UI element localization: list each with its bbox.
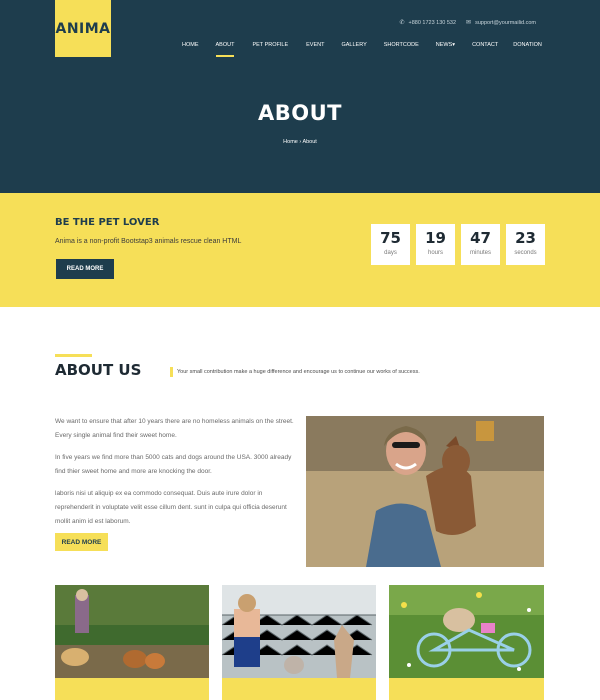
- nav-gallery[interactable]: GALLERY: [341, 42, 366, 48]
- card-footer: [222, 678, 376, 700]
- phone-info[interactable]: ✆ +880 1723 130 532: [399, 19, 457, 27]
- nav-pet-profile[interactable]: PET PROFILE: [252, 42, 288, 48]
- countdown-minutes: 47 minutes: [461, 224, 500, 265]
- read-more-button[interactable]: READ MORE: [56, 259, 114, 279]
- band-text: Anima is a non-profit Bootstap3 animals …: [55, 238, 242, 245]
- nav-contact[interactable]: CONTACT: [472, 42, 498, 48]
- about-read-more-button[interactable]: READ MORE: [55, 533, 108, 551]
- about-paragraph: laboris nisi ut aliquip ex ea commodo co…: [55, 490, 287, 525]
- about-paragraph: In five years we find more than 5000 cat…: [55, 454, 292, 475]
- logo-text: ANIMA: [55, 20, 111, 37]
- breadcrumb: Home › About: [0, 139, 600, 145]
- nav-event[interactable]: EVENT: [306, 42, 324, 48]
- countdown-label: days: [384, 250, 397, 256]
- page: ANIMA ✆ +880 1723 130 532 ✉ support@your…: [0, 0, 600, 700]
- nav-home[interactable]: HOME: [182, 42, 199, 48]
- about-note: Your small contribution make a huge diff…: [177, 369, 420, 375]
- countdown-value: 23: [515, 229, 536, 247]
- countdown-hours: 19 hours: [416, 224, 455, 265]
- phone-icon: ✆: [399, 20, 405, 26]
- countdown-days: 75 days: [371, 224, 410, 265]
- nav-news-label: NEWS: [435, 42, 453, 48]
- about-paragraph: We want to ensure that after 10 years th…: [55, 418, 294, 439]
- note-accent-bar: [170, 367, 173, 377]
- phone-number: +880 1723 130 532: [408, 19, 457, 26]
- countdown-value: 75: [380, 229, 401, 247]
- card-photo-walking-dogs[interactable]: [55, 585, 209, 678]
- chevron-down-icon: ▾: [452, 42, 456, 48]
- card-photo-child-cats[interactable]: [222, 585, 376, 678]
- breadcrumb-home[interactable]: Home: [283, 139, 298, 145]
- countdown-label: seconds: [514, 250, 537, 256]
- woman-with-dog-photo: [306, 416, 544, 567]
- nav-shortcode[interactable]: SHORTCODE: [384, 42, 419, 48]
- countdown: 75 days 19 hours 47 minutes 23 seconds: [371, 224, 545, 265]
- nav-about[interactable]: ABOUT: [215, 42, 234, 57]
- card-photo-guinea-pig-bicycle[interactable]: [389, 585, 544, 678]
- countdown-value: 47: [470, 229, 491, 247]
- nav-donation[interactable]: DONATION: [513, 42, 542, 48]
- main-nav: HOME ABOUT PET PROFILE EVENT GALLERY SHO…: [182, 42, 542, 57]
- countdown-seconds: 23 seconds: [506, 224, 545, 265]
- logo[interactable]: ANIMA: [55, 0, 111, 57]
- card-footer: [389, 678, 544, 700]
- card-footer: [55, 678, 209, 700]
- nav-news[interactable]: NEWS▾: [436, 42, 455, 48]
- breadcrumb-current: About: [302, 139, 317, 145]
- email-info[interactable]: ✉ support@yourmailid.com: [466, 19, 536, 27]
- band-title: BE THE PET LOVER: [55, 217, 160, 228]
- countdown-value: 19: [425, 229, 446, 247]
- countdown-label: hours: [427, 250, 443, 256]
- hero-section: ANIMA ✆ +880 1723 130 532 ✉ support@your…: [0, 0, 600, 193]
- about-title: ABOUT US: [55, 361, 142, 379]
- page-title: ABOUT: [258, 101, 342, 125]
- section-accent-bar: [55, 354, 92, 357]
- email-address: support@yourmailid.com: [475, 19, 536, 26]
- chevron-right-icon: ›: [299, 139, 302, 145]
- pet-lover-band: BE THE PET LOVER Anima is a non-profit B…: [0, 193, 600, 307]
- top-contact-info: ✆ +880 1723 130 532 ✉ support@yourmailid…: [399, 19, 536, 27]
- countdown-label: minutes: [469, 250, 491, 256]
- envelope-icon: ✉: [466, 20, 472, 26]
